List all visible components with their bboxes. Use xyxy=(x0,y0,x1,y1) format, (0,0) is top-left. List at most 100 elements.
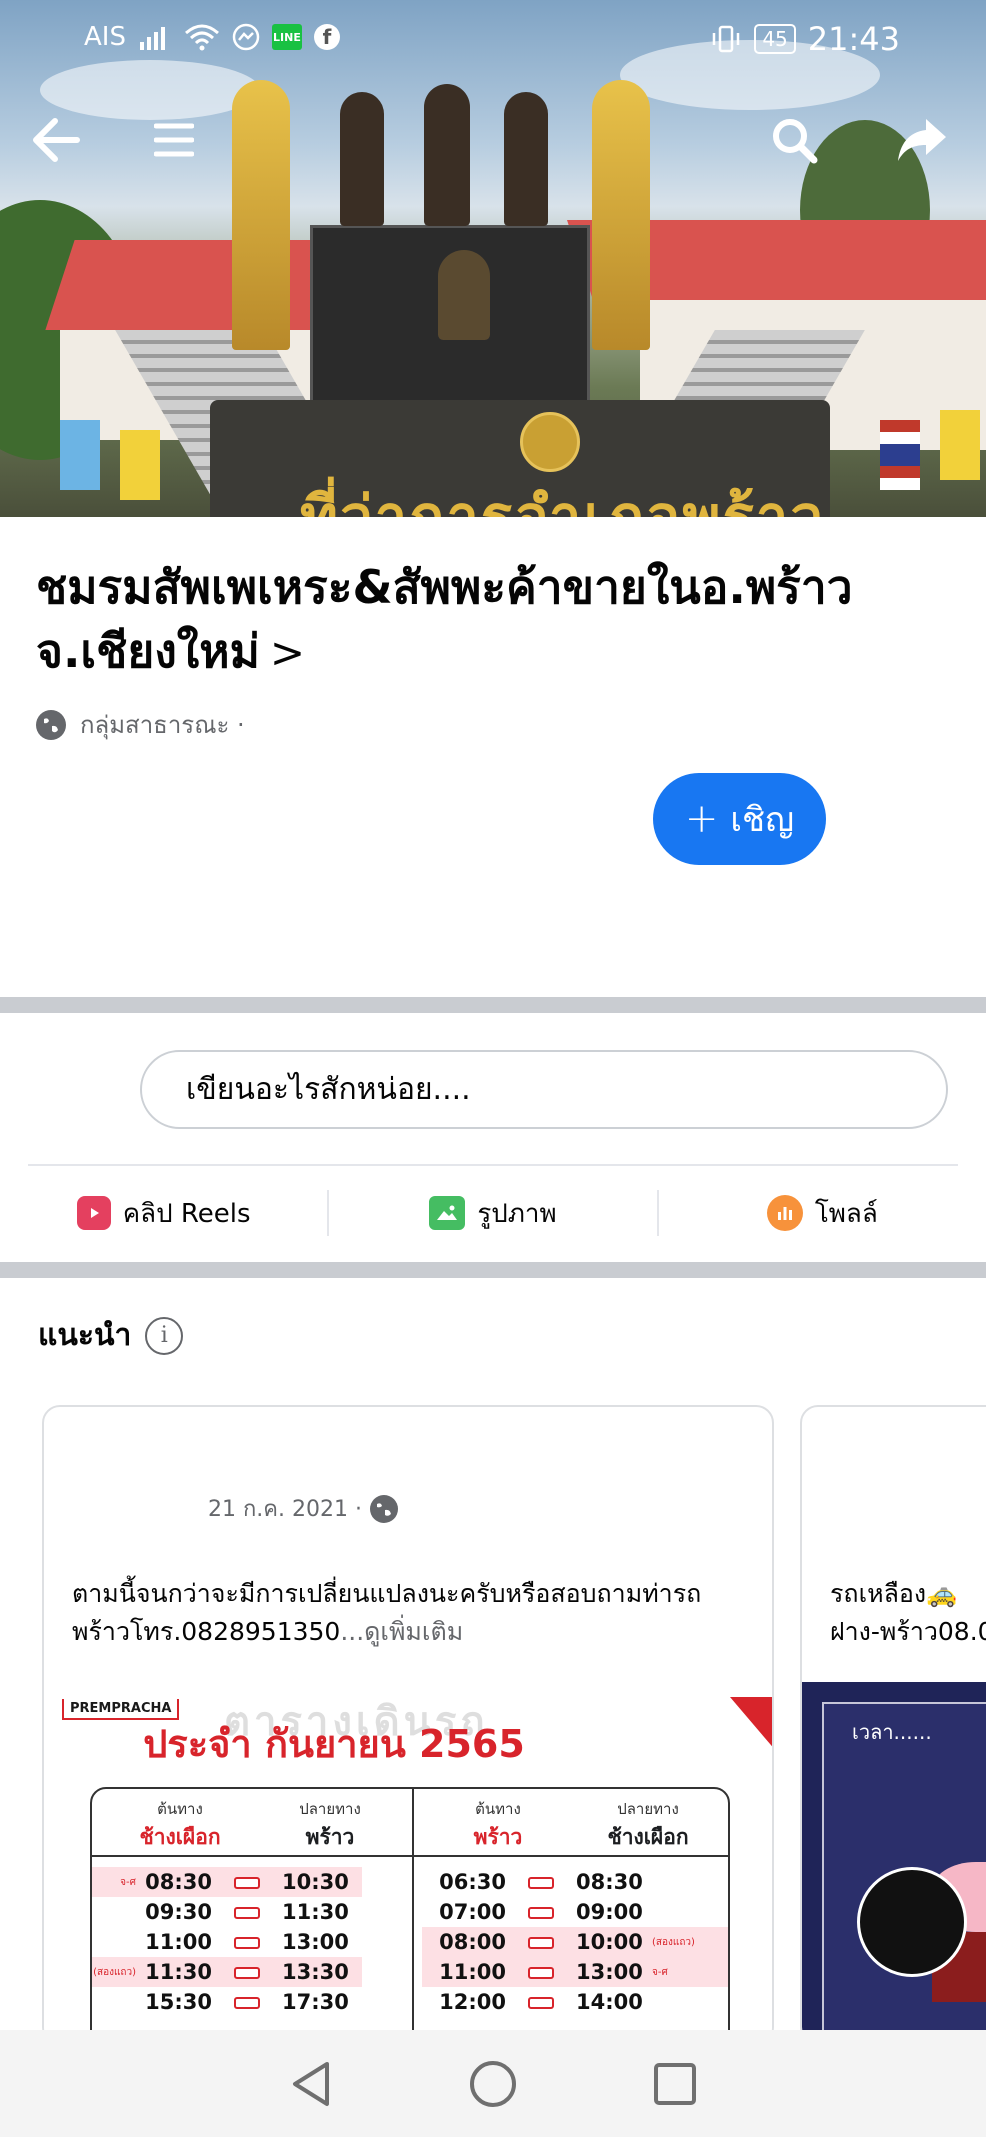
row-tag: (สองแถว) xyxy=(652,1936,695,1948)
arrival-time: 17:30 xyxy=(282,1990,349,2014)
row-tag: จ-ศ xyxy=(120,1876,136,1888)
invite-label: เชิญ xyxy=(730,800,795,840)
globe-icon xyxy=(369,1494,398,1523)
schedule-image[interactable]: ตารางเดินรถ PREMPRACHA ประจำ กันยายน 256… xyxy=(44,1697,772,2043)
schedule-row: 09:30 11:30 xyxy=(92,1897,362,1927)
departure-time: 09:30 xyxy=(145,1900,212,1924)
suggested-title: แนะนำ xyxy=(38,1318,132,1353)
arrival-time: 13:00 xyxy=(282,1930,349,1954)
schedule-row: จ-ศ 08:30 10:30 xyxy=(92,1867,362,1897)
post-text: ตามนี้จนกว่าจะมีการเปลี่ยนแปลงนะครับหรือ… xyxy=(72,1575,752,1651)
column-header: ปลายทาง ช้างเผือก xyxy=(588,1797,708,1854)
column-main: พร้าว xyxy=(473,1825,523,1849)
search-icon xyxy=(773,119,818,164)
group-name[interactable]: ชมรมสัพเพเหระ&สัพพะค้าขายในอ.พร้าว จ.เชี… xyxy=(36,555,936,685)
suggested-post-card[interactable]: 21 ก.ค. 2021 · ตามนี้จนกว่าจะมีการเปลี่ย… xyxy=(42,1405,774,2045)
plus-icon: + xyxy=(684,796,719,842)
vibrate-icon xyxy=(710,24,742,54)
post-meta: 21 ก.ค. 2021 · xyxy=(208,1491,398,1526)
post-line: รถเหลือง🚕 xyxy=(830,1579,958,1608)
search-button[interactable] xyxy=(754,100,834,180)
system-home-button[interactable] xyxy=(463,2054,523,2114)
invite-button[interactable]: + เชิญ xyxy=(653,773,826,865)
battery-indicator: 45 xyxy=(754,24,796,54)
schedule-corner xyxy=(730,1697,772,1751)
share-arrow-icon xyxy=(898,119,946,161)
schedule-table: ต้นทาง ช้างเผือก ปลายทาง พร้าว ต้นทาง พร… xyxy=(90,1787,730,2043)
triangle-back-icon xyxy=(293,2061,329,2106)
flag xyxy=(940,410,980,480)
back-arrow-icon xyxy=(33,118,80,162)
poll-button[interactable]: โพลล์ xyxy=(659,1170,986,1256)
post-composer-input[interactable]: เขียนอะไรสักหน่อย.... xyxy=(140,1050,948,1129)
system-recents-button[interactable] xyxy=(645,2054,705,2114)
schedule-title: ประจำ กันยายน 2565 xyxy=(143,1722,525,1766)
status-bar: AIS LINE f 45 21:43 xyxy=(0,0,986,80)
post-line: ฝาง-พร้าว08.0 xyxy=(830,1617,986,1646)
cover-nav xyxy=(0,100,986,180)
see-more-link[interactable]: ...ดูเพิ่มเติม xyxy=(340,1617,463,1646)
row-tag: จ-ศ xyxy=(652,1966,668,1978)
arrival-time: 10:30 xyxy=(282,1870,349,1894)
departure-time: 12:00 xyxy=(439,1990,506,2014)
clock: 21:43 xyxy=(807,20,900,58)
statue xyxy=(438,250,490,340)
post-text: รถเหลือง🚕 ฝาง-พร้าว08.0 xyxy=(830,1575,986,1651)
column-sub: ต้นทาง xyxy=(157,1800,203,1818)
departure-time: 06:30 xyxy=(439,1870,506,1894)
post-image[interactable]: เวลา...... xyxy=(802,1682,986,2043)
photo-button[interactable]: รูปภาพ xyxy=(329,1170,656,1256)
column-sub: ปลายทาง xyxy=(617,1800,679,1818)
departure-time: 15:30 xyxy=(145,1990,212,2014)
schedule-row: 12:00 14:00 xyxy=(422,1987,728,2017)
schedule-row: (สองแถว) 11:30 13:30 xyxy=(92,1957,362,1987)
suggested-post-card[interactable]: รถเหลือง🚕 ฝาง-พร้าว08.0 เวลา...... xyxy=(800,1405,986,2045)
flag xyxy=(120,430,160,500)
back-button[interactable] xyxy=(16,100,96,180)
composer-divider xyxy=(28,1164,958,1166)
status-right: 45 21:43 xyxy=(710,20,900,58)
departure-time: 08:30 xyxy=(145,1870,212,1894)
cover-sign-text: ที่ว่าการอำเภอพร้าว xyxy=(300,483,826,517)
arrival-time: 14:00 xyxy=(576,1990,643,2014)
bus-icon xyxy=(528,1907,554,1919)
arrival-time: 11:30 xyxy=(282,1900,349,1924)
photo-icon xyxy=(429,1196,466,1230)
bus-icon xyxy=(234,1907,260,1919)
arrival-time: 13:30 xyxy=(282,1960,349,1984)
schedule-row: 11:00 13:00 จ-ศ xyxy=(422,1957,728,1987)
system-nav-bar xyxy=(0,2030,986,2137)
departure-time: 11:00 xyxy=(145,1930,212,1954)
row-tag: (สองแถว) xyxy=(93,1966,136,1978)
column-header: ปลายทาง พร้าว xyxy=(270,1797,390,1854)
info-icon[interactable]: i xyxy=(145,1316,184,1355)
schedule-row: 06:30 08:30 xyxy=(422,1867,728,1897)
reels-button[interactable]: คลิป Reels xyxy=(0,1170,327,1256)
circle-home-icon xyxy=(470,2060,516,2107)
menu-button[interactable] xyxy=(134,100,214,180)
globe-icon xyxy=(36,709,66,740)
reels-icon xyxy=(76,1196,111,1230)
square-recents-icon xyxy=(654,2062,696,2105)
suggested-header: แนะนำ i xyxy=(38,1312,184,1359)
flag xyxy=(880,420,920,490)
departure-time: 07:00 xyxy=(439,1900,506,1924)
signal-icon xyxy=(138,24,172,50)
line-icon: LINE xyxy=(271,24,302,50)
arrival-time: 09:00 xyxy=(576,1900,643,1924)
facebook-icon: f xyxy=(313,24,340,50)
bus-icon xyxy=(234,1967,260,1979)
avatar xyxy=(857,1867,967,1977)
share-button[interactable] xyxy=(882,100,962,180)
bus-icon xyxy=(528,1937,554,1949)
column-sub: ปลายทาง xyxy=(299,1800,361,1818)
column-sub: ต้นทาง xyxy=(475,1800,521,1818)
composer-actions: คลิป Reels รูปภาพ โพลล์ xyxy=(0,1170,986,1256)
system-back-button[interactable] xyxy=(281,2054,341,2114)
wifi-icon xyxy=(184,23,220,51)
column-main: ช้างเผือก xyxy=(139,1825,221,1849)
photo-label: รูปภาพ xyxy=(477,1198,557,1229)
departure-time: 08:00 xyxy=(439,1930,506,1954)
messenger-icon xyxy=(232,23,260,51)
column-header: ต้นทาง พร้าว xyxy=(438,1797,558,1854)
